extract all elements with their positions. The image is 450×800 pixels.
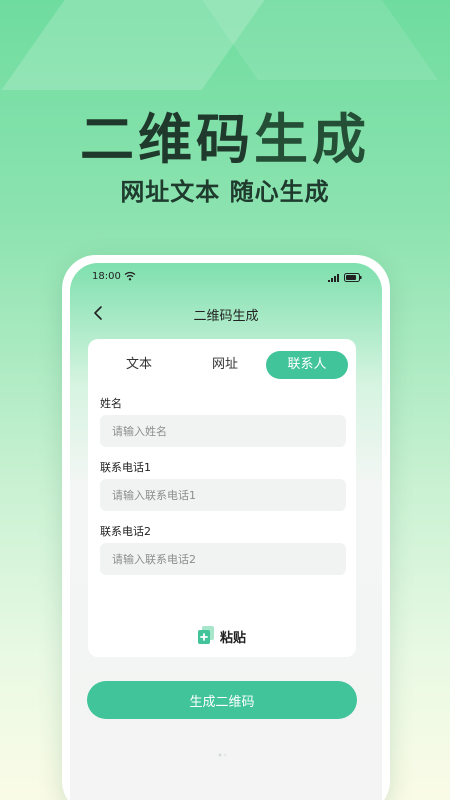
tab-contact[interactable]: 联系人 [266,351,348,379]
page-indicator [218,753,227,757]
headline-part-2: 生成 [254,108,370,171]
generate-qr-button[interactable]: 生成二维码 [87,681,357,719]
phone1-label: 联系电话1 [100,461,151,474]
background-decoration [201,0,439,80]
name-input[interactable] [100,415,346,447]
headline-part-1: 二维码 [80,108,254,171]
wifi-icon [124,271,136,281]
form-card: 文本 网址 联系人 姓名 联系电话1 联系电话2 粘贴 [88,339,356,657]
paste-icon [198,626,214,644]
signal-icon [328,274,339,282]
phone2-input[interactable] [100,543,346,575]
name-label: 姓名 [100,397,122,410]
status-bar: 18:00 [70,271,382,287]
promo-headline: 二维码生成 [0,95,450,174]
tab-text[interactable]: 文本 [104,351,174,379]
page-title: 二维码生成 [193,309,259,324]
status-time: 18:00 [92,271,121,282]
app-screen: 18:00 二维码生成 文本 网址 联系人 姓名 请输入姓名 联系电话1 请输入… [70,263,382,800]
phone-mockup: 18:00 二维码生成 文本 网址 联系人 姓名 请输入姓名 联系电话1 请输入… [62,255,390,800]
nav-bar: 二维码生成 [70,301,382,327]
battery-icon [344,273,362,282]
phone2-label: 联系电话2 [100,525,151,538]
promo-subheadline: 网址文本 随心生成 [120,178,330,206]
tab-url[interactable]: 网址 [190,351,260,379]
tab-bar: 文本 网址 联系人 [98,351,348,381]
phone1-input[interactable] [100,479,346,511]
paste-label: 粘贴 [220,631,247,646]
